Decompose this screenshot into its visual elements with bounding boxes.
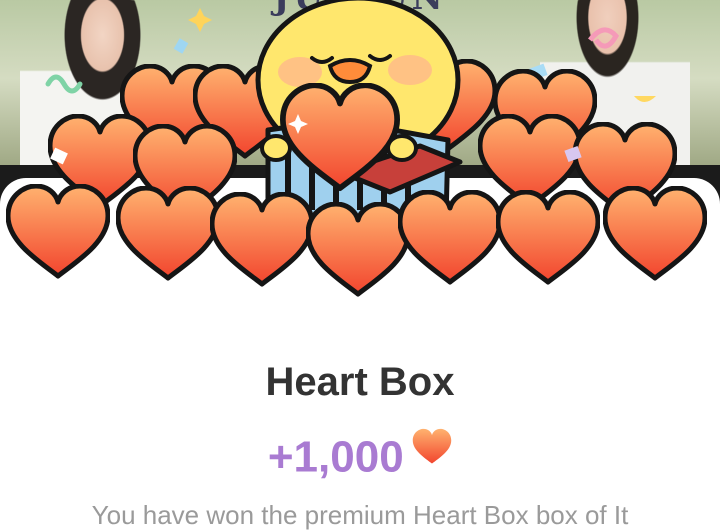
confetti-icon <box>173 38 189 54</box>
confetti-icon <box>45 74 83 94</box>
reward-title: Heart Box <box>265 360 455 404</box>
sparkle-icon <box>188 8 212 32</box>
heart-box-illustration <box>0 0 720 310</box>
confetti-icon <box>588 27 620 49</box>
reward-amount-row: +1,000 <box>0 428 720 482</box>
reward-amount: +1,000 <box>267 432 404 482</box>
reward-description: You have won the premium Heart Box box o… <box>91 500 629 530</box>
heart-icon <box>412 428 452 487</box>
confetti-icon <box>634 96 656 102</box>
